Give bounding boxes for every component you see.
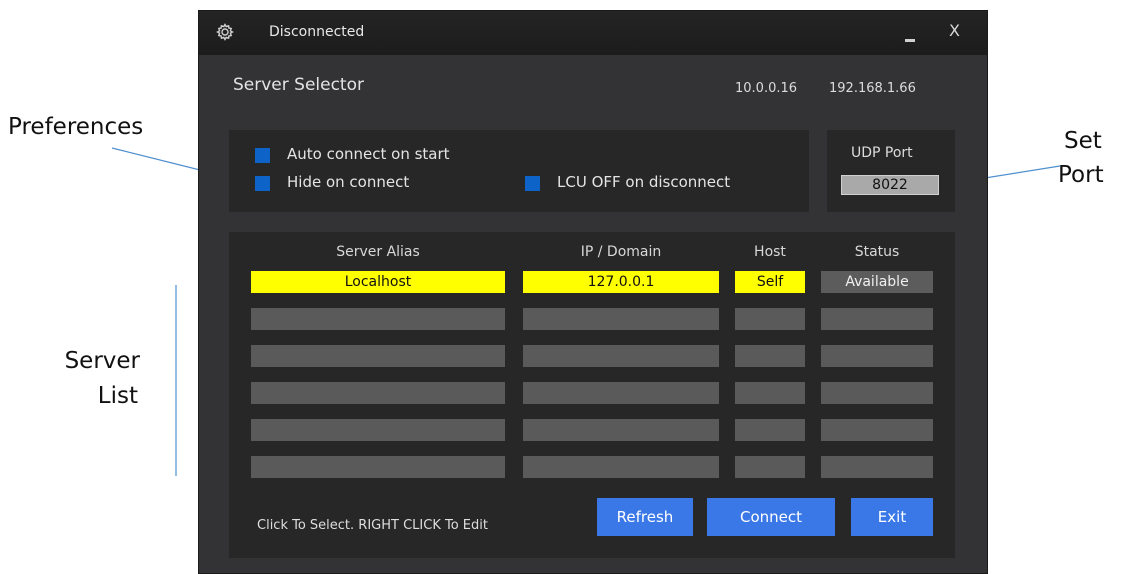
refresh-button[interactable]: Refresh	[597, 498, 693, 536]
host-cell[interactable]: Self	[735, 271, 805, 293]
status-cell[interactable]	[821, 456, 933, 478]
column-header-server-alias: Server Alias	[336, 244, 420, 260]
gear-icon[interactable]	[215, 22, 235, 46]
udp-port-label: UDP Port	[851, 145, 913, 161]
host-cell[interactable]	[735, 382, 805, 404]
server-alias-cell[interactable]	[251, 345, 505, 367]
auto-connect-label: Auto connect on start	[287, 145, 450, 163]
page-title: Server Selector	[233, 75, 364, 95]
host-cell[interactable]	[735, 419, 805, 441]
status-cell[interactable]	[821, 308, 933, 330]
instruction-text: Click To Select. RIGHT CLICK To Edit	[257, 518, 488, 533]
ip-address-1: 10.0.0.16	[735, 81, 798, 96]
host-cell[interactable]	[735, 345, 805, 367]
ip-address-2: 192.168.1.66	[829, 81, 916, 96]
udp-port-input[interactable]: 8022	[841, 175, 939, 195]
column-header-ip-domain: IP / Domain	[580, 244, 662, 260]
lcu-off-label: LCU OFF on disconnect	[557, 173, 731, 191]
ip-domain-cell[interactable]	[523, 308, 719, 330]
host-cell[interactable]	[735, 456, 805, 478]
server-alias-cell[interactable]	[251, 382, 505, 404]
minimize-button[interactable]	[901, 19, 919, 45]
connect-button[interactable]: Connect	[707, 498, 835, 536]
close-button[interactable]: X	[949, 21, 960, 40]
hide-on-connect-checkbox[interactable]	[255, 176, 270, 191]
host-cell[interactable]	[735, 308, 805, 330]
status-cell[interactable]	[821, 345, 933, 367]
exit-button[interactable]: Exit	[851, 498, 933, 536]
ip-domain-cell[interactable]	[523, 345, 719, 367]
hide-on-connect-label: Hide on connect	[287, 173, 410, 191]
server-alias-cell[interactable]	[251, 308, 505, 330]
preferences-panel: Auto connect on start Hide on connect LC…	[229, 130, 809, 212]
ip-domain-cell[interactable]: 127.0.0.1	[523, 271, 719, 293]
server-list-panel: Server Alias IP / Domain Host Status Loc…	[229, 232, 955, 558]
status-cell[interactable]: Available	[821, 271, 933, 293]
udp-port-panel: UDP Port 8022	[827, 130, 955, 212]
status-cell[interactable]	[821, 382, 933, 404]
ip-domain-cell[interactable]	[523, 382, 719, 404]
lcu-off-checkbox[interactable]	[525, 176, 540, 191]
ip-domain-cell[interactable]	[523, 419, 719, 441]
server-alias-cell[interactable]	[251, 456, 505, 478]
auto-connect-checkbox[interactable]	[255, 148, 270, 163]
column-header-host: Host	[754, 244, 786, 260]
title-bar[interactable]: Disconnected X	[199, 11, 987, 55]
window-title: Disconnected	[269, 24, 365, 40]
column-header-status: Status	[854, 244, 900, 260]
server-alias-cell[interactable]	[251, 419, 505, 441]
server-selector-window: Disconnected X Server Selector 10.0.0.16…	[198, 10, 988, 574]
server-alias-cell[interactable]: Localhost	[251, 271, 505, 293]
ip-domain-cell[interactable]	[523, 456, 719, 478]
status-cell[interactable]	[821, 419, 933, 441]
